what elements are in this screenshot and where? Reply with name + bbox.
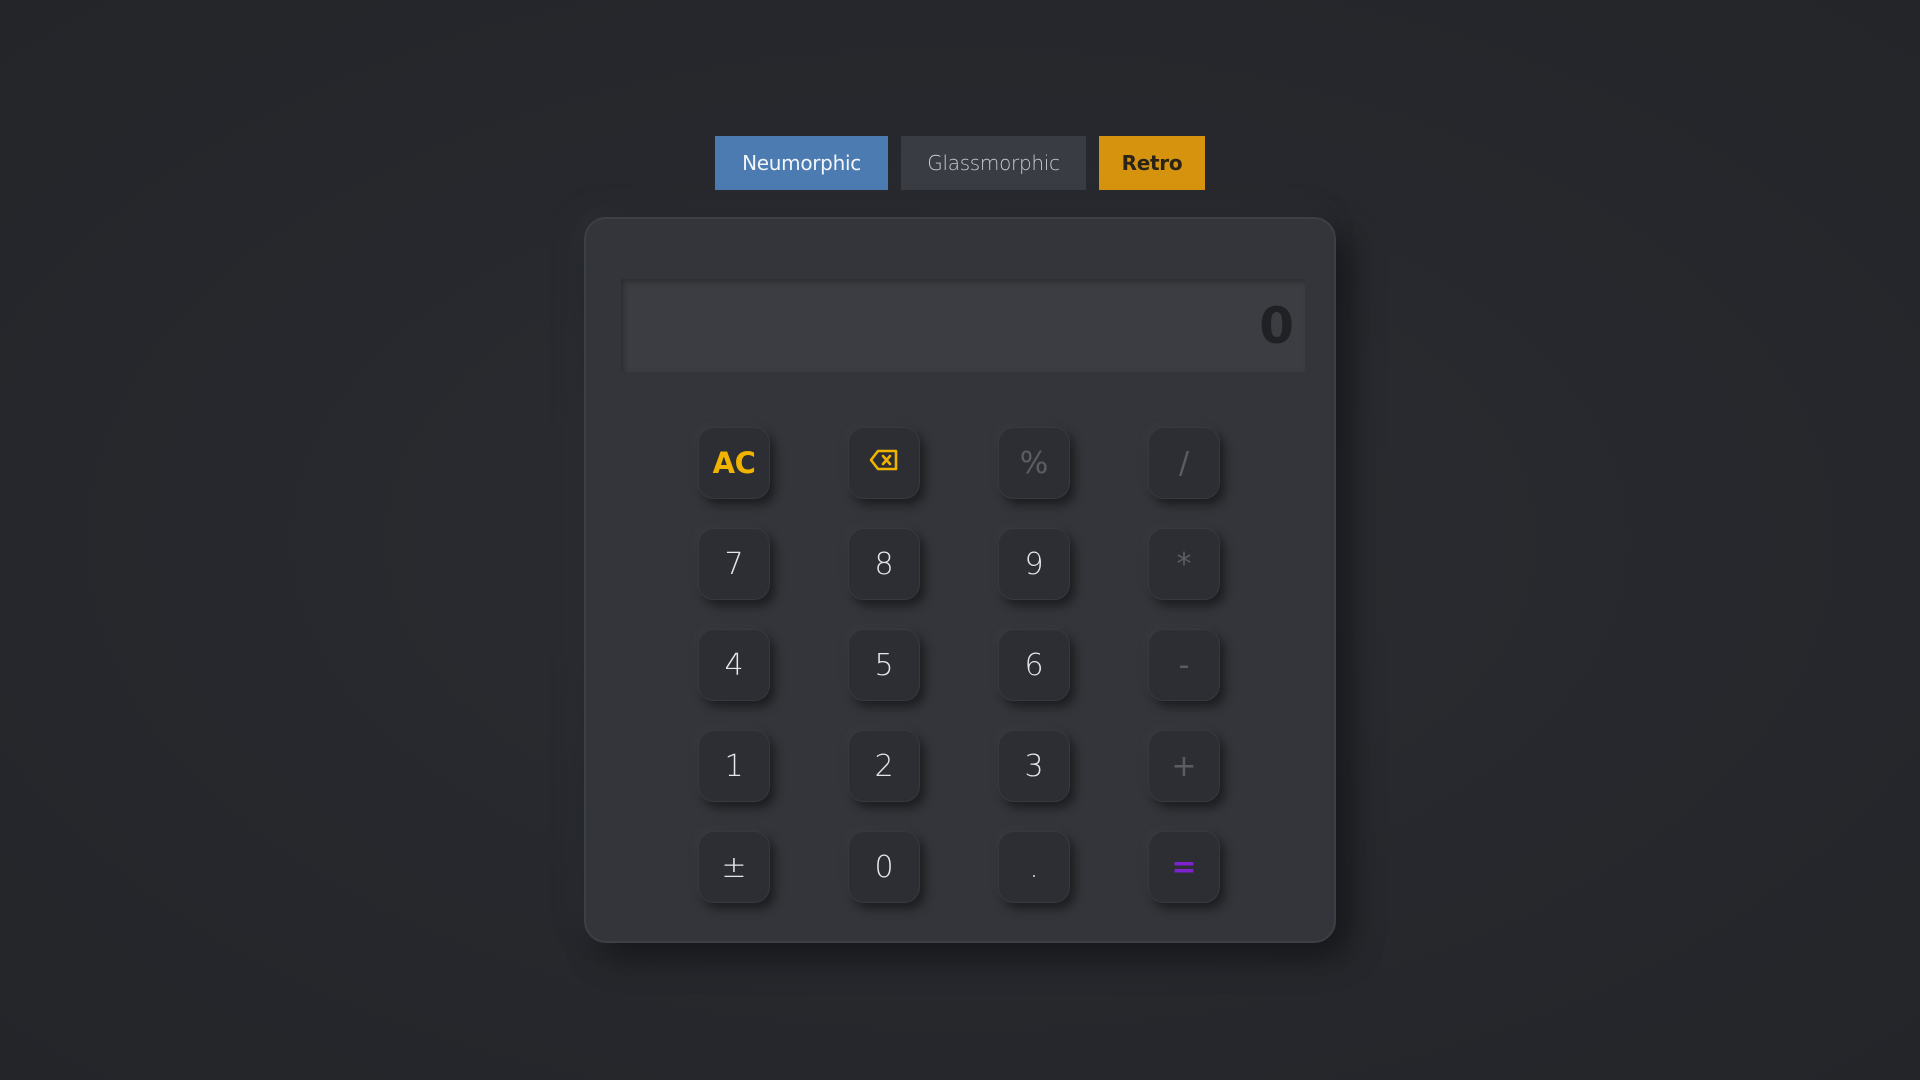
all-clear-button[interactable]: AC <box>698 427 770 499</box>
percent-button[interactable]: % <box>998 427 1070 499</box>
digit-0-button[interactable]: 0 <box>848 831 920 903</box>
digit-6-button[interactable]: 6 <box>998 629 1070 701</box>
divide-button[interactable]: / <box>1148 427 1220 499</box>
decimal-button[interactable]: . <box>998 831 1070 903</box>
theme-switcher: Neumorphic Glassmorphic Retro <box>715 136 1205 190</box>
multiply-button[interactable]: * <box>1148 528 1220 600</box>
display-value: 0 <box>1259 296 1294 355</box>
calculator-display: 0 <box>621 279 1305 372</box>
digit-4-button[interactable]: 4 <box>698 629 770 701</box>
negate-button[interactable]: ± <box>698 831 770 903</box>
calculator: 0 AC % / 7 8 9 * 4 5 6 - 1 2 3 + ± 0 . = <box>584 217 1336 943</box>
digit-1-button[interactable]: 1 <box>698 730 770 802</box>
digit-5-button[interactable]: 5 <box>848 629 920 701</box>
subtract-button[interactable]: - <box>1148 629 1220 701</box>
backspace-button[interactable] <box>848 427 920 499</box>
equals-button[interactable]: = <box>1148 831 1220 903</box>
theme-neumorphic-button[interactable]: Neumorphic <box>715 136 888 190</box>
digit-7-button[interactable]: 7 <box>698 528 770 600</box>
theme-glassmorphic-button[interactable]: Glassmorphic <box>901 136 1086 190</box>
digit-2-button[interactable]: 2 <box>848 730 920 802</box>
theme-retro-button[interactable]: Retro <box>1099 136 1205 190</box>
digit-9-button[interactable]: 9 <box>998 528 1070 600</box>
backspace-icon <box>869 449 898 471</box>
add-button[interactable]: + <box>1148 730 1220 802</box>
digit-3-button[interactable]: 3 <box>998 730 1070 802</box>
digit-8-button[interactable]: 8 <box>848 528 920 600</box>
